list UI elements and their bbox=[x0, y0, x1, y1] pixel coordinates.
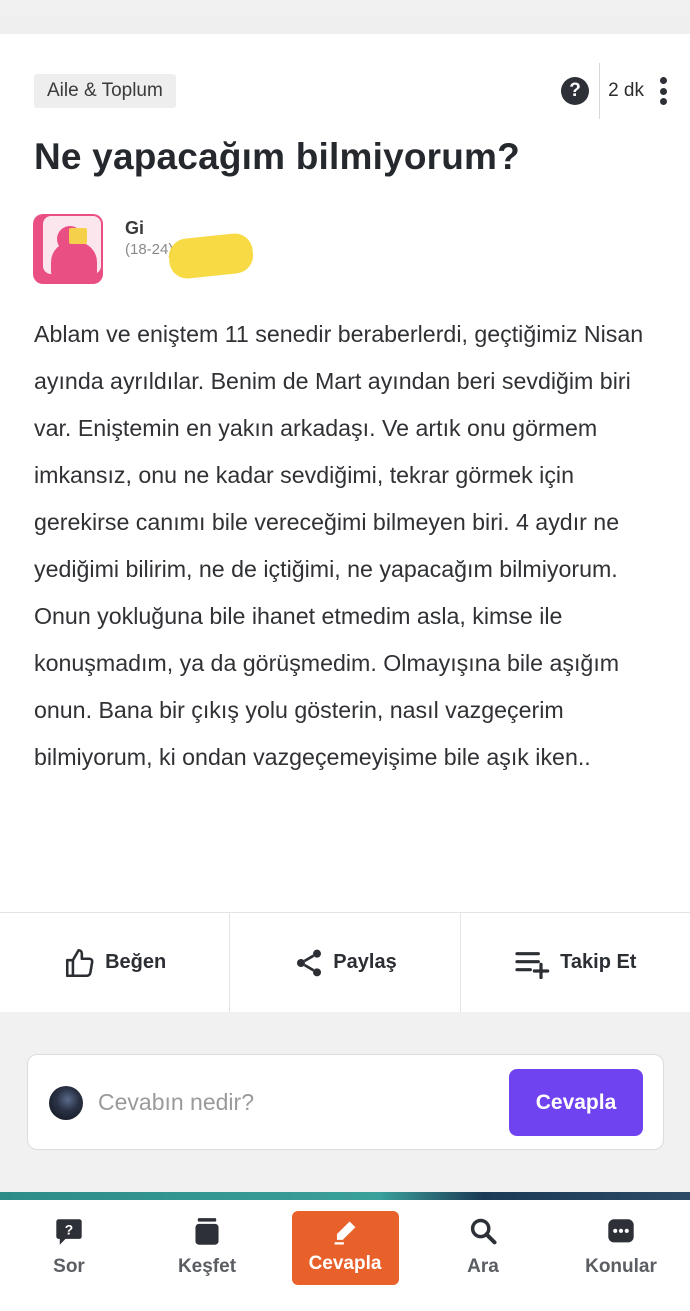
category-chip[interactable]: Aile & Toplum bbox=[34, 74, 176, 108]
current-user-avatar bbox=[49, 1086, 83, 1120]
stack-icon bbox=[193, 1216, 221, 1248]
nav-search[interactable]: Ara bbox=[414, 1200, 552, 1311]
author-age: (18-24) bbox=[125, 241, 174, 258]
search-icon bbox=[469, 1216, 497, 1248]
nav-explore[interactable]: Keşfet bbox=[138, 1200, 276, 1311]
share-label: Paylaş bbox=[333, 951, 397, 973]
vertical-divider bbox=[599, 63, 601, 119]
nav-answer[interactable]: Cevapla bbox=[276, 1200, 414, 1311]
pencil-icon bbox=[331, 1217, 359, 1249]
nav-topics-label: Konular bbox=[585, 1256, 657, 1277]
share-icon bbox=[297, 949, 322, 976]
nav-answer-label: Cevapla bbox=[308, 1253, 382, 1274]
nav-ask[interactable]: ? Sor bbox=[0, 1200, 138, 1311]
meta-row: Aile & Toplum ? 2 dk bbox=[34, 63, 670, 119]
meta-right: ? 2 dk bbox=[561, 61, 670, 121]
nav-topics[interactable]: Konular bbox=[552, 1200, 690, 1311]
svg-text:?: ? bbox=[65, 1221, 73, 1237]
answer-input[interactable] bbox=[98, 1081, 498, 1123]
action-bar: Beğen Paylaş Takip Et bbox=[0, 912, 690, 1012]
nav-ask-label: Sor bbox=[53, 1256, 85, 1277]
top-divider bbox=[0, 16, 690, 34]
author-avatar[interactable] bbox=[33, 214, 103, 284]
bottom-navigation: ? Sor Keşfet Cevapla Ara Konular bbox=[0, 1200, 690, 1311]
thumbs-up-icon bbox=[66, 948, 94, 977]
follow-button[interactable]: Takip Et bbox=[461, 913, 690, 1012]
nav-explore-label: Keşfet bbox=[177, 1256, 237, 1277]
nav-answer-active-pill: Cevapla bbox=[291, 1211, 399, 1285]
banner-strip bbox=[0, 1192, 690, 1200]
answer-submit-button[interactable]: Cevapla bbox=[509, 1069, 643, 1136]
question-title: Ne yapacağım bilmiyorum? bbox=[34, 136, 520, 177]
like-button[interactable]: Beğen bbox=[0, 913, 231, 1012]
question-bubble-icon: ? bbox=[55, 1216, 83, 1248]
playlist-add-icon bbox=[515, 951, 550, 979]
question-card: Aile & Toplum ? 2 dk Ne yapacağım bilmiy… bbox=[0, 34, 690, 912]
nav-search-label: Ara bbox=[467, 1256, 499, 1277]
chat-dots-icon bbox=[606, 1216, 636, 1248]
like-label: Beğen bbox=[105, 951, 167, 973]
question-body: Ablam ve eniştem 11 senedir beraberlerdi… bbox=[34, 321, 644, 770]
share-button[interactable]: Paylaş bbox=[230, 913, 461, 1012]
author-block: Gi (18-24) bbox=[33, 214, 255, 284]
author-info: Gi (18-24) bbox=[125, 214, 173, 284]
author-name[interactable]: Gi bbox=[125, 218, 173, 239]
help-icon[interactable]: ? bbox=[561, 77, 590, 105]
answer-composer: Cevapla bbox=[27, 1054, 664, 1150]
top-strip bbox=[0, 0, 690, 34]
more-options-icon[interactable] bbox=[660, 77, 668, 105]
follow-label: Takip Et bbox=[560, 951, 637, 973]
post-time: 2 dk bbox=[608, 80, 644, 101]
redaction-mark bbox=[167, 231, 255, 281]
